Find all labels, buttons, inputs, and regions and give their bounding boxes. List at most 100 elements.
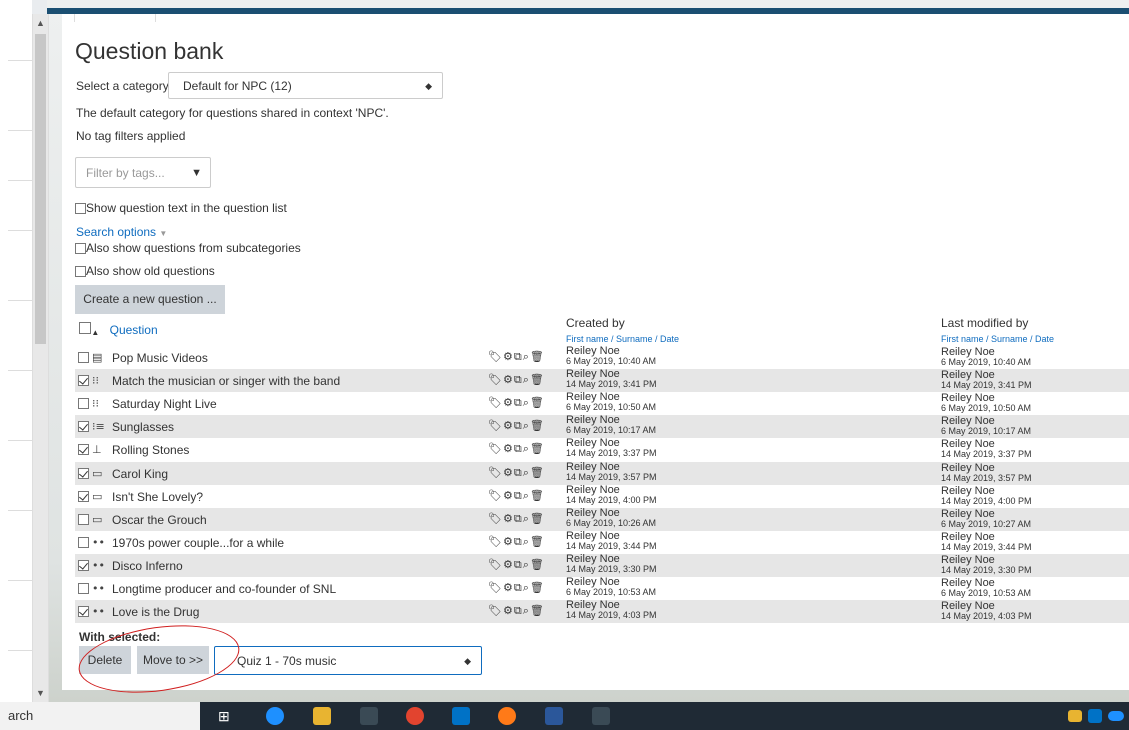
create-question-button[interactable]: Create a new question ... — [75, 285, 225, 314]
tag-icon[interactable]: 🏷 — [488, 581, 503, 594]
preview-icon[interactable]: ⌕ — [523, 466, 530, 479]
preview-icon[interactable]: ⌕ — [523, 442, 530, 455]
gear-icon[interactable]: ⚙ — [503, 489, 514, 502]
word-icon[interactable] — [545, 707, 563, 725]
delete-icon[interactable]: 🗑 — [530, 489, 545, 502]
question-column-header[interactable]: ▲ Question — [75, 320, 158, 337]
preview-icon[interactable]: ⌕ — [523, 396, 530, 409]
onedrive-icon[interactable] — [1108, 711, 1124, 721]
old-questions-checkbox[interactable] — [75, 266, 86, 278]
row-checkbox[interactable] — [78, 513, 89, 525]
gear-icon[interactable]: ⚙ — [503, 350, 514, 363]
row-checkbox[interactable] — [78, 583, 89, 594]
app-icon[interactable] — [360, 707, 378, 725]
duplicate-icon[interactable]: ⧉ — [514, 419, 523, 432]
tag-icon[interactable]: 🏷 — [488, 350, 503, 363]
scrollbar-thumb[interactable] — [35, 34, 46, 344]
scroll-up-icon[interactable]: ▲ — [33, 16, 48, 30]
duplicate-icon[interactable]: ⧉ — [514, 581, 523, 594]
old-questions-option[interactable]: Also show old questions — [75, 264, 215, 278]
delete-icon[interactable]: 🗑 — [530, 373, 545, 386]
row-checkbox[interactable] — [78, 444, 89, 456]
duplicate-icon[interactable]: ⧉ — [514, 373, 523, 386]
tag-filter-input[interactable]: Filter by tags... ▼ — [75, 157, 211, 188]
delete-icon[interactable]: 🗑 — [530, 535, 545, 548]
category-select[interactable]: Default for NPC (12) ◆ — [168, 72, 443, 99]
tag-icon[interactable]: 🏷 — [488, 558, 503, 571]
gear-icon[interactable]: ⚙ — [503, 604, 514, 617]
scroll-down-icon[interactable]: ▼ — [33, 686, 48, 700]
gear-icon[interactable]: ⚙ — [503, 535, 514, 548]
edge-icon[interactable] — [266, 707, 284, 725]
preview-icon[interactable]: ⌕ — [523, 373, 530, 386]
row-checkbox[interactable] — [78, 536, 89, 548]
delete-icon[interactable]: 🗑 — [530, 604, 545, 617]
gear-icon[interactable]: ⚙ — [503, 512, 514, 525]
duplicate-icon[interactable]: ⧉ — [514, 558, 523, 571]
preview-icon[interactable]: ⌕ — [523, 581, 530, 594]
gear-icon[interactable]: ⚙ — [503, 581, 514, 594]
show-text-option[interactable]: Show question text in the question list — [75, 201, 287, 215]
select-all-checkbox[interactable] — [79, 321, 91, 334]
tag-icon[interactable]: 🏷 — [488, 604, 503, 617]
duplicate-icon[interactable]: ⧉ — [514, 489, 523, 502]
subcategories-option[interactable]: Also show questions from subcategories — [75, 241, 301, 255]
gear-icon[interactable]: ⚙ — [503, 466, 514, 479]
search-options-toggle[interactable]: Search options ▼ — [76, 225, 167, 239]
delete-icon[interactable]: 🗑 — [530, 512, 545, 525]
show-text-checkbox[interactable] — [75, 203, 86, 215]
gear-icon[interactable]: ⚙ — [503, 373, 514, 386]
gear-icon[interactable]: ⚙ — [503, 419, 514, 432]
outlook-icon[interactable] — [452, 707, 470, 725]
duplicate-icon[interactable]: ⧉ — [514, 604, 523, 617]
move-target-select[interactable]: Quiz 1 - 70s music ◆ — [214, 646, 482, 675]
modified-sort-links[interactable]: First name / Surname / Date — [941, 333, 1054, 346]
vertical-scrollbar[interactable]: ▲ ▼ — [32, 14, 49, 702]
delete-icon[interactable]: 🗑 — [530, 442, 545, 455]
delete-icon[interactable]: 🗑 — [530, 581, 545, 594]
row-checkbox[interactable] — [78, 606, 89, 618]
row-checkbox[interactable] — [78, 467, 89, 479]
delete-icon[interactable]: 🗑 — [530, 466, 545, 479]
duplicate-icon[interactable]: ⧉ — [514, 535, 523, 548]
preview-icon[interactable]: ⌕ — [523, 489, 530, 502]
tag-icon[interactable]: 🏷 — [488, 373, 503, 386]
row-checkbox[interactable] — [78, 559, 89, 571]
chrome-icon[interactable] — [406, 707, 424, 725]
gear-icon[interactable]: ⚙ — [503, 558, 514, 571]
task-view-icon[interactable]: ⊞ — [218, 707, 236, 725]
preview-icon[interactable]: ⌕ — [523, 604, 530, 617]
gear-icon[interactable]: ⚙ — [503, 442, 514, 455]
preview-icon[interactable]: ⌕ — [523, 535, 530, 548]
delete-icon[interactable]: 🗑 — [530, 558, 545, 571]
outlook-tray-icon[interactable] — [1088, 709, 1102, 723]
duplicate-icon[interactable]: ⧉ — [514, 512, 523, 525]
preview-icon[interactable]: ⌕ — [523, 512, 530, 525]
preview-icon[interactable]: ⌕ — [523, 419, 530, 432]
row-checkbox[interactable] — [78, 398, 89, 410]
duplicate-icon[interactable]: ⧉ — [514, 466, 523, 479]
delete-icon[interactable]: 🗑 — [530, 419, 545, 432]
row-checkbox[interactable] — [78, 352, 89, 363]
tag-icon[interactable]: 🏷 — [488, 512, 503, 525]
duplicate-icon[interactable]: ⧉ — [514, 350, 523, 363]
row-checkbox[interactable] — [78, 421, 89, 433]
tag-icon[interactable]: 🏷 — [488, 442, 503, 455]
tag-icon[interactable]: 🏷 — [488, 419, 503, 432]
preview-icon[interactable]: ⌕ — [523, 350, 530, 363]
preview-icon[interactable]: ⌕ — [523, 558, 530, 571]
subcategories-checkbox[interactable] — [75, 243, 86, 255]
taskbar-search[interactable]: arch — [0, 702, 200, 730]
mail-icon[interactable] — [1068, 710, 1082, 722]
delete-icon[interactable]: 🗑 — [530, 396, 545, 409]
tag-icon[interactable]: 🏷 — [488, 489, 503, 502]
duplicate-icon[interactable]: ⧉ — [514, 396, 523, 409]
tag-icon[interactable]: 🏷 — [488, 535, 503, 548]
file-explorer-icon[interactable] — [313, 707, 331, 725]
question-header-label[interactable]: Question — [110, 323, 158, 337]
duplicate-icon[interactable]: ⧉ — [514, 442, 523, 455]
app-icon-2[interactable] — [592, 707, 610, 725]
delete-icon[interactable]: 🗑 — [530, 350, 545, 363]
row-checkbox[interactable] — [78, 490, 89, 502]
tag-icon[interactable]: 🏷 — [488, 396, 503, 409]
